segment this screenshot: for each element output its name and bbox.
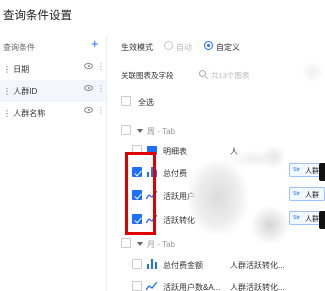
sidebar-item-crowd-id[interactable]: ⋮ 人群ID ⋮ bbox=[0, 80, 106, 102]
mode-label: 生效模式 bbox=[121, 43, 153, 52]
chart-field-search[interactable]: 关联图表及字段 共13个图表 bbox=[114, 66, 325, 84]
field-name-label: 人群 bbox=[305, 168, 319, 175]
chart-total-pay-label: 总付费 bbox=[163, 169, 187, 178]
chart-total-pay-amount-field: 人群活跃转化... bbox=[230, 261, 285, 270]
field-type-label: Str bbox=[293, 215, 301, 221]
mode-custom-radio[interactable] bbox=[204, 41, 213, 50]
search-placeholder: 共13个图表 bbox=[211, 71, 250, 80]
sidebar-item-label: ⋮ 日期 bbox=[3, 65, 30, 74]
group-week-checkbox[interactable] bbox=[121, 125, 131, 135]
field-type-label: Str bbox=[293, 167, 301, 173]
dimension-tag[interactable]: Str 人群 bbox=[289, 187, 325, 201]
more-icon[interactable]: ⋮ bbox=[97, 62, 105, 71]
field-name-label: 人群 bbox=[305, 192, 319, 199]
field-name-label: 人群 bbox=[305, 216, 319, 223]
chart-active-users-month-label: 活跃用户数&A... bbox=[163, 283, 221, 291]
mode-auto-radio[interactable] bbox=[164, 41, 173, 50]
page-title: 查询条件设置 bbox=[3, 10, 72, 22]
chart-active-users-month-checkbox[interactable] bbox=[132, 281, 142, 291]
more-icon[interactable]: ⋮ bbox=[97, 106, 105, 115]
query-conditions-sidebar: 查询条件 + ⋮ 日期 ⋮ ⋮ 人群ID ⋮ ⋮ 人群名称 ⋮ bbox=[0, 36, 107, 291]
line-chart-icon bbox=[146, 281, 157, 291]
select-all-label: 全选 bbox=[138, 98, 154, 107]
caret-down-icon[interactable] bbox=[137, 242, 143, 246]
chart-total-pay-amount-checkbox[interactable] bbox=[132, 259, 142, 269]
redaction-blur bbox=[225, 150, 285, 168]
redaction-blur bbox=[300, 62, 325, 82]
sidebar-item-date[interactable]: ⋮ 日期 ⋮ bbox=[0, 58, 106, 80]
redaction-blur bbox=[188, 160, 248, 235]
sidebar-item-label: ⋮ 人群ID bbox=[3, 87, 38, 96]
sidebar-header: 查询条件 bbox=[3, 43, 35, 52]
tag-overflow-edge bbox=[319, 211, 325, 229]
eye-icon[interactable] bbox=[84, 107, 93, 113]
bar-chart-icon bbox=[147, 259, 157, 269]
group-week-label: 周 - Tab bbox=[147, 127, 176, 136]
chart-detail-label: 明细表 bbox=[163, 147, 187, 156]
chart-active-users-month-field: 人群活跃转化... bbox=[230, 283, 285, 291]
eye-icon[interactable] bbox=[84, 85, 93, 91]
search-label: 关联图表及字段 bbox=[121, 71, 174, 80]
caret-down-icon[interactable] bbox=[137, 129, 143, 133]
annotation-highlight-box bbox=[125, 152, 156, 235]
sidebar-item-label: ⋮ 人群名称 bbox=[3, 109, 46, 118]
chart-total-pay-amount-label: 总付费金额 bbox=[163, 261, 203, 270]
sidebar-item-crowd-name[interactable]: ⋮ 人群名称 ⋮ bbox=[0, 102, 106, 124]
field-type-label: Str bbox=[293, 191, 301, 197]
add-condition-button[interactable]: + bbox=[91, 37, 99, 51]
redaction-blur bbox=[250, 205, 290, 245]
tag-overflow-edge bbox=[319, 163, 325, 181]
mode-auto-label: 自动 bbox=[176, 43, 192, 52]
eye-icon[interactable] bbox=[84, 63, 93, 69]
more-icon[interactable]: ⋮ bbox=[97, 84, 105, 93]
select-all-checkbox[interactable] bbox=[121, 96, 131, 106]
mode-custom-label: 自定义 bbox=[216, 43, 240, 52]
group-month-checkbox[interactable] bbox=[121, 238, 131, 248]
group-month-label: 月 - Tab bbox=[147, 240, 176, 249]
search-icon bbox=[199, 70, 206, 77]
